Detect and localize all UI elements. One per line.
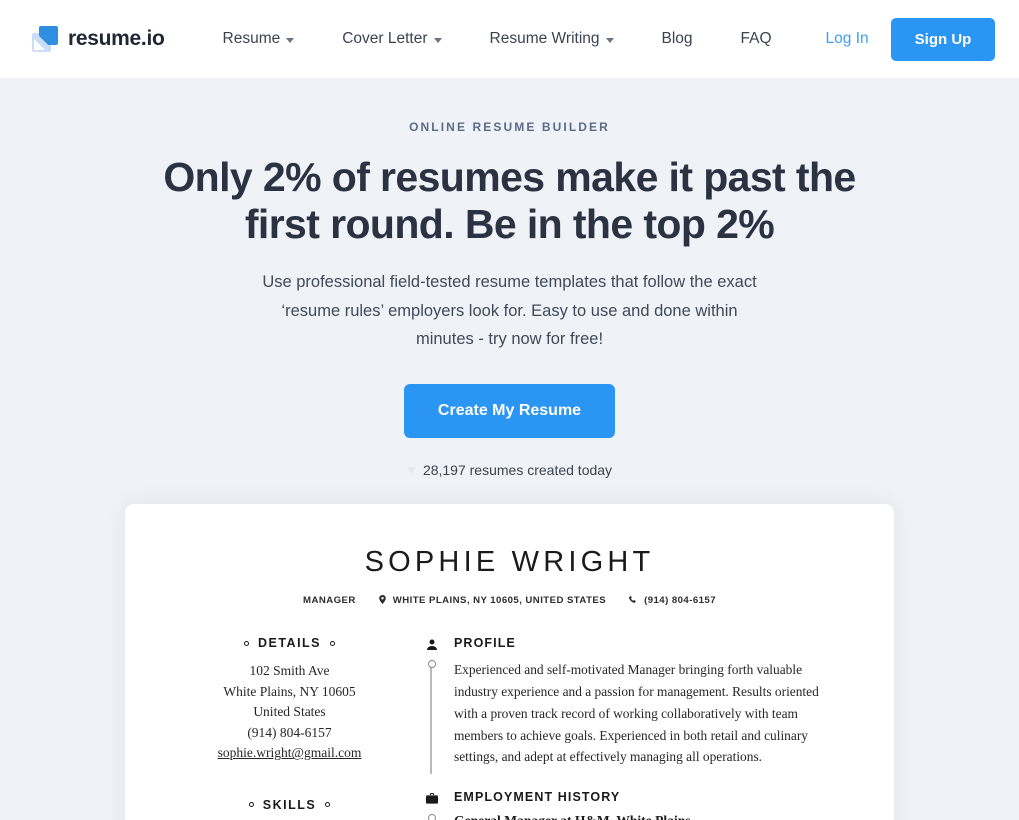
detail-line: White Plains, NY 10605 [223, 683, 356, 699]
briefcase-icon [424, 791, 439, 806]
chevron-down-icon [605, 38, 614, 43]
detail-line: (914) 804-6157 [247, 724, 332, 740]
resume-preview-card[interactable]: SOPHIE WRIGHT MANAGER WHITE PLAINS, NY 1… [125, 504, 894, 820]
nav-item-cover-letter[interactable]: Cover Letter [318, 30, 465, 48]
signup-button[interactable]: Sign Up [890, 17, 996, 61]
circle-bullet-icon [248, 802, 254, 808]
timeline-connector [428, 813, 435, 820]
resume-candidate-name: SOPHIE WRIGHT [364, 546, 655, 579]
circle-bullet-icon [330, 640, 336, 646]
resume-right-column: PROFILE Experienced and self-motivated M… [424, 636, 832, 820]
profile-text: Experienced and self-motivated Manager b… [454, 662, 819, 765]
employment-heading: EMPLOYMENT HISTORY [454, 789, 621, 804]
detail-email-link[interactable]: sophie.wright@gmail.com [218, 745, 362, 760]
phone-icon [629, 595, 637, 606]
nav-item-resume[interactable]: Resume [223, 30, 319, 48]
hero-subtitle: Use professional field-tested resume tem… [0, 268, 1019, 353]
nav-item-label: Resume Writing [489, 30, 600, 47]
hero-title-line-2: first round. Be in the top 2% [244, 201, 775, 248]
details-content: 102 Smith Ave White Plains, NY 10605 Uni… [187, 661, 392, 764]
chevron-down-icon [433, 38, 442, 43]
profile-heading: PROFILE [454, 636, 516, 651]
resumes-created-counter: 28,197 resumes created today [0, 462, 1019, 478]
skills-section-heading: SKILLS [187, 798, 392, 812]
circle-bullet-icon [325, 802, 331, 808]
hero-eyebrow: ONLINE RESUME BUILDER [409, 120, 610, 134]
main-navigation: Resume Cover Letter Resume Writing Blog … [223, 30, 796, 48]
detail-line: 102 Smith Ave [249, 663, 330, 679]
job-title: General Manager at H&M, White Plains [454, 813, 832, 820]
circle-bullet-icon [243, 640, 249, 646]
resume-io-logo-icon [32, 26, 58, 52]
employment-history-section: EMPLOYMENT HISTORY General Manager at H&… [424, 790, 832, 820]
chevron-down-icon [286, 38, 295, 43]
resume-phone: (914) 804-6157 [644, 595, 716, 607]
site-header: resume.io Resume Cover Letter Resume Wri… [0, 0, 1019, 78]
create-my-resume-button[interactable]: Create My Resume [403, 384, 616, 439]
resume-contact-line: MANAGER WHITE PLAINS, NY 10605, UNITED S… [187, 595, 832, 606]
profile-body: Experienced and self-motivated Manager b… [454, 659, 832, 768]
hero-sub-line-2: ‘resume rules’ employers look for. Easy … [281, 301, 738, 320]
caret-marker-icon [406, 467, 416, 474]
resume-location: WHITE PLAINS, NY 10605, UNITED STATES [392, 595, 607, 607]
resume-left-column: DETAILS 102 Smith Ave White Plains, NY 1… [187, 636, 392, 820]
nav-item-label: Resume [222, 30, 281, 47]
login-link[interactable]: Log In [804, 30, 891, 48]
hero-title-line-1: Only 2% of resumes make it past the [163, 154, 856, 200]
hero-section: ONLINE RESUME BUILDER Only 2% of resumes… [0, 78, 1019, 478]
nav-item-label: Cover Letter [342, 30, 428, 47]
cta-container: Create My Resume [0, 384, 1019, 439]
nav-item-label: Blog [661, 30, 693, 47]
hero-sub-line-1: Use professional field-tested resume tem… [262, 273, 757, 292]
detail-line: United States [253, 704, 326, 720]
person-icon [424, 637, 439, 652]
counter-label: 28,197 resumes created today [422, 462, 613, 479]
nav-item-blog[interactable]: Blog [638, 30, 717, 48]
timeline-connector [428, 660, 435, 774]
nav-item-resume-writing[interactable]: Resume Writing [466, 30, 638, 48]
page-title: Only 2% of resumes make it past the firs… [0, 154, 1019, 248]
nav-item-faq[interactable]: FAQ [717, 30, 796, 48]
details-heading-label: DETAILS [257, 636, 322, 651]
resume-body: DETAILS 102 Smith Ave White Plains, NY 1… [187, 636, 832, 820]
location-pin-icon [378, 595, 386, 606]
nav-item-label: FAQ [740, 30, 772, 47]
brand-logo[interactable]: resume.io [32, 26, 165, 52]
profile-section: PROFILE Experienced and self-motivated M… [424, 636, 832, 774]
skills-heading-label: SKILLS [262, 797, 317, 812]
brand-name: resume.io [68, 27, 165, 50]
hero-sub-line-3: minutes - try now for free! [415, 330, 604, 349]
job-entry: General Manager at H&M, White Plains Sep… [454, 813, 832, 820]
employment-body: General Manager at H&M, White Plains Sep… [454, 813, 832, 820]
resume-job-title: MANAGER [303, 595, 356, 607]
details-section-heading: DETAILS [187, 636, 392, 650]
